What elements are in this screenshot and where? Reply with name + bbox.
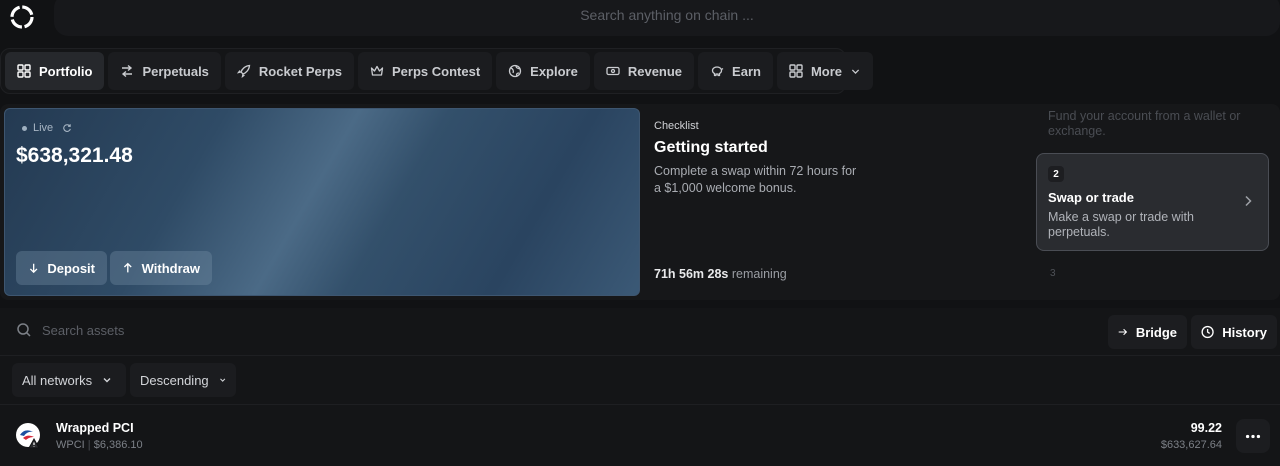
app-logo-icon[interactable] <box>8 3 36 31</box>
nav-label: Rocket Perps <box>258 63 343 79</box>
nav-more-dropdown[interactable]: More <box>776 52 874 90</box>
deposit-label: Deposit <box>47 260 95 276</box>
nav-tab-revenue[interactable]: Revenue <box>593 52 695 90</box>
piggy-bank-icon <box>711 66 724 77</box>
bridge-button[interactable]: Bridge <box>1108 315 1187 349</box>
nav-label: Revenue <box>627 63 683 79</box>
history-button[interactable]: History <box>1191 315 1277 349</box>
checklist-label: Checklist <box>654 120 699 132</box>
nav-label: Perps Contest <box>392 63 481 79</box>
arrow-down-icon <box>29 263 38 274</box>
network-filter-value: All networks <box>22 372 93 388</box>
deposit-button[interactable]: Deposit <box>16 251 107 285</box>
token-symbol: WPCI <box>56 439 85 451</box>
rocket-icon <box>236 64 251 78</box>
nav-tab-explore[interactable]: Explore <box>496 52 590 90</box>
chevron-down-icon <box>851 68 860 74</box>
total-balance: $638,321.48 <box>16 144 133 167</box>
swap-arrows-icon <box>122 64 133 78</box>
sort-order-value: Descending <box>140 372 209 388</box>
nav-tab-rocket-perps[interactable]: Rocket Perps <box>224 52 355 90</box>
nav-tab-perpetuals[interactable]: Perpetuals <box>108 52 221 90</box>
top-bar: Search anything on chain ... <box>0 0 1280 40</box>
token-more-button[interactable] <box>1236 419 1270 453</box>
network-filter-select[interactable]: All networks <box>12 363 126 397</box>
countdown: 71h 56m 28s remaining <box>654 267 787 281</box>
next-step-number: 3 <box>1050 268 1056 279</box>
nav-tab-portfolio[interactable]: Portfolio <box>5 52 105 90</box>
search-icon <box>17 323 31 337</box>
nav-label: More <box>810 63 843 79</box>
nav-label: Portfolio <box>39 63 93 79</box>
refresh-icon[interactable] <box>62 123 72 133</box>
divider <box>0 355 1280 356</box>
global-search-input[interactable]: Search anything on chain ... <box>54 0 1280 36</box>
previous-step-description: Fund your account from a wallet or excha… <box>1048 109 1241 138</box>
step-number: 2 <box>1048 166 1064 182</box>
countdown-suffix: remaining <box>731 267 787 281</box>
chevron-down-icon <box>103 378 111 383</box>
history-label: History <box>1222 324 1267 340</box>
divider <box>0 404 1280 405</box>
token-price: $6,386.10 <box>93 439 143 451</box>
withdraw-button[interactable]: Withdraw <box>110 251 212 285</box>
chevron-right-icon <box>1245 195 1252 207</box>
nav-label: Perpetuals <box>142 63 209 79</box>
token-value: $633,627.64 <box>1160 439 1222 451</box>
globe-icon <box>509 64 522 78</box>
nav-tab-perps-contest[interactable]: Perps Contest <box>358 52 493 90</box>
bridge-label: Bridge <box>1135 324 1177 340</box>
live-indicator: Live <box>22 122 72 134</box>
live-dot <box>22 125 27 131</box>
global-search-placeholder: Search anything on chain ... <box>580 7 754 23</box>
more-dots-icon <box>1245 434 1261 438</box>
nav-tab-earn[interactable]: Earn <box>698 52 773 90</box>
grid-icon <box>17 64 31 78</box>
nav-label: Earn <box>732 63 761 79</box>
asset-search-input[interactable]: Search assets <box>16 322 124 338</box>
grid-icon <box>789 64 803 78</box>
nav-label: Explore <box>530 63 578 79</box>
token-amount: 99.22 <box>1190 421 1222 435</box>
money-icon <box>606 66 620 76</box>
arrow-up-icon <box>123 262 132 273</box>
sort-order-select[interactable]: Descending <box>130 363 236 397</box>
checklist-description: Complete a swap within 72 hours for a $1… <box>654 164 857 195</box>
withdraw-label: Withdraw <box>141 260 200 276</box>
clock-icon <box>1201 325 1214 339</box>
token-symbol-price: WPCI | $6,386.10 <box>56 439 143 451</box>
checklist-title: Getting started <box>654 139 768 156</box>
token-wpci-icon <box>16 423 40 449</box>
step-description: Make a swap or trade with perpetuals. <box>1048 210 1194 239</box>
live-label: Live <box>33 122 54 134</box>
main-nav: Portfolio Perpetuals Rocket Perps Perps … <box>0 48 874 94</box>
crown-icon <box>370 65 384 76</box>
asset-search-placeholder: Search assets <box>42 322 125 338</box>
step-title: Swap or trade <box>1048 190 1134 205</box>
chevron-down-icon <box>219 378 225 382</box>
token-name: Wrapped PCI <box>56 421 134 435</box>
countdown-time: 71h 56m 28s <box>654 267 729 281</box>
arrow-right-icon <box>1118 328 1128 336</box>
